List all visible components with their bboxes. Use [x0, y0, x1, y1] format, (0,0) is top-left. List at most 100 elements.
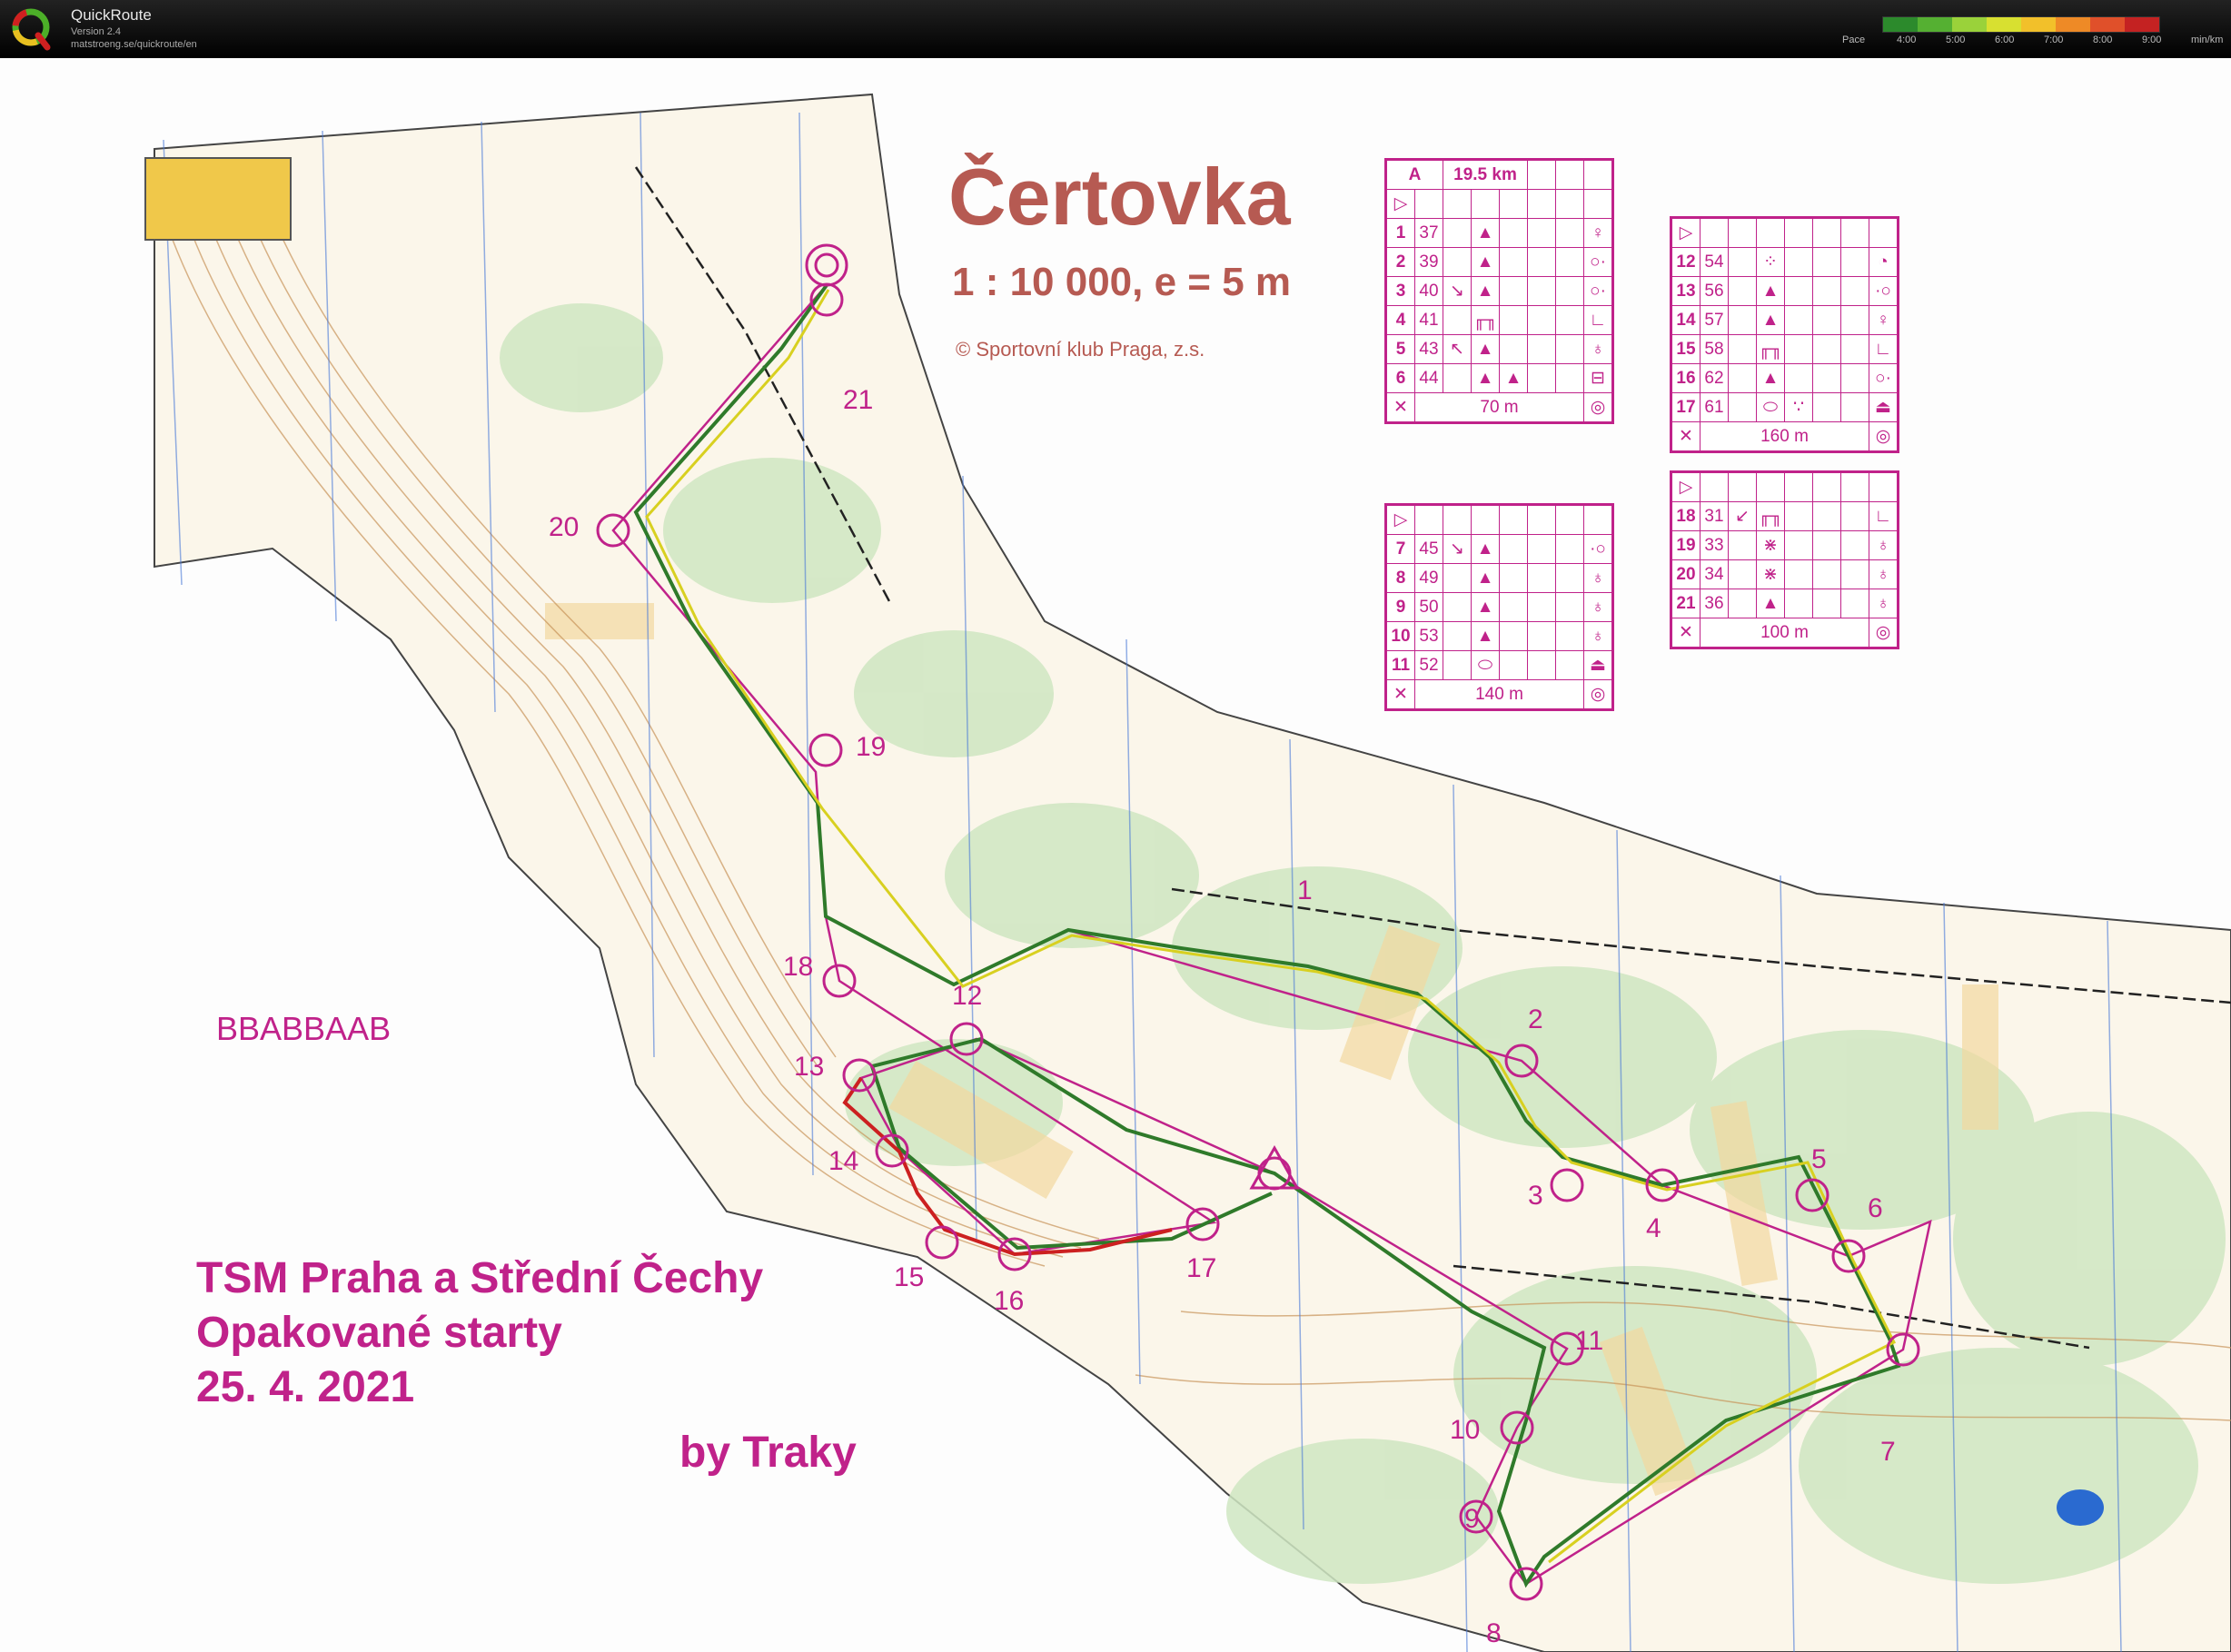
- description-cell-f: [1527, 621, 1556, 651]
- description-cell-e: [1784, 589, 1813, 618]
- app-url-link[interactable]: matstroeng.se/quickroute/en: [71, 39, 197, 50]
- description-cell-n: 12: [1671, 247, 1701, 277]
- description-cell-h: ♁: [1869, 589, 1899, 618]
- control-label: 7: [1880, 1437, 1896, 1467]
- description-cell-c: [1443, 563, 1472, 593]
- description-cell-f: [1527, 247, 1556, 277]
- description-cell-c: [1728, 559, 1757, 589]
- control-description-row: 16 62 ▲ ○·: [1671, 363, 1899, 393]
- description-cell-c: [1728, 276, 1757, 306]
- description-cell-code: 34: [1700, 559, 1729, 589]
- control-label: 14: [828, 1146, 859, 1176]
- description-cell-g: [1555, 534, 1584, 564]
- description-cell-g: [1840, 589, 1869, 618]
- description-cell-d: ⬭: [1756, 392, 1785, 422]
- description-cell-e: [1499, 276, 1528, 306]
- control-label: 4: [1646, 1213, 1661, 1243]
- control-description-row: 11 52 ⬭ ⏏: [1385, 650, 1613, 680]
- control-description-row: 19 33 ⋇ ♁: [1671, 530, 1899, 560]
- description-cell-code: 40: [1414, 276, 1443, 306]
- description-cell-n: 10: [1385, 621, 1415, 651]
- description-cell-f: [1527, 276, 1556, 306]
- description-cell-d: ▲: [1756, 276, 1785, 306]
- description-cell-e: [1499, 621, 1528, 651]
- description-cell-n: 8: [1385, 563, 1415, 593]
- map-scale: 1 : 10 000, e = 5 m: [952, 260, 1292, 304]
- control-label: 21: [843, 385, 874, 415]
- control-descriptions-block-4: ▷ 18 31 ↙ ╓╖ ∟ 19 33 ⋇ ♁ 20 34 ⋇ ♁ 21 36 ▲ ♁ ✕ 100 m ◎: [1670, 470, 1899, 649]
- description-cell-e: [1784, 334, 1813, 364]
- description-cell-n: 11: [1385, 650, 1415, 680]
- description-cell-f: [1812, 276, 1841, 306]
- description-cell-f: [1812, 247, 1841, 277]
- description-cell-n: 17: [1671, 392, 1701, 422]
- description-cell-code: 61: [1700, 392, 1729, 422]
- description-cell-code: 58: [1700, 334, 1729, 364]
- event-subtitle: Opakované starty: [196, 1309, 562, 1357]
- description-cell-d: ▲: [1471, 534, 1500, 564]
- description-cell-d: ▲: [1756, 363, 1785, 393]
- pace-tick: 4:00: [1897, 35, 1917, 45]
- description-cell-f: [1527, 650, 1556, 680]
- description-cell-d: ⋇: [1756, 559, 1785, 589]
- pace-color-swatch: [1918, 17, 1952, 32]
- description-cell-f: [1527, 592, 1556, 622]
- finish-icon: ◎: [1583, 679, 1613, 710]
- description-cell-n: 18: [1671, 501, 1701, 531]
- event-date: 25. 4. 2021: [196, 1363, 415, 1411]
- description-cell-h: ♁: [1869, 530, 1899, 560]
- description-cell-h: ∟: [1869, 334, 1899, 364]
- control-description-row: 17 61 ⬭ ∵ ⏏: [1671, 392, 1899, 422]
- pace-color-swatch: [1987, 17, 2021, 32]
- app-title-bar: QuickRoute Version 2.4 matstroeng.se/qui…: [0, 0, 2231, 58]
- app-name: QuickRoute: [71, 6, 152, 24]
- description-cell-c: [1728, 305, 1757, 335]
- course-code: BBABBAAB: [216, 1010, 392, 1047]
- description-cell-g: [1840, 530, 1869, 560]
- description-cell-g: [1840, 334, 1869, 364]
- map-copyright: © Sportovní klub Praga, z.s.: [956, 338, 1205, 361]
- pace-color-swatch: [2021, 17, 2056, 32]
- start-icon: ▷: [1671, 217, 1701, 248]
- description-cell-h: ○·: [1583, 276, 1613, 306]
- course-name: A: [1385, 159, 1443, 190]
- start-icon: ▷: [1385, 189, 1415, 219]
- description-cell-h: ◔: [1869, 247, 1899, 277]
- description-cell-n: 3: [1385, 276, 1415, 306]
- orienteering-map-canvas[interactable]: Čertovka 1 : 10 000, e = 5 m © Sportovní…: [0, 58, 2231, 1652]
- description-cell-h: ⊟: [1583, 363, 1613, 393]
- description-cell-e: [1784, 501, 1813, 531]
- description-cell-c: ↘: [1443, 534, 1472, 564]
- pace-color-swatch: [1883, 17, 1918, 32]
- description-cell-g: [1555, 247, 1584, 277]
- description-cell-n: 9: [1385, 592, 1415, 622]
- description-cell-h: ⏏: [1869, 392, 1899, 422]
- description-cell-h: ♁: [1583, 621, 1613, 651]
- description-cell-e: [1499, 563, 1528, 593]
- description-cell-h: ·○: [1869, 276, 1899, 306]
- description-cell-code: 37: [1414, 218, 1443, 248]
- control-label: 2: [1528, 1004, 1543, 1034]
- control-description-row: 4 41 ╓╖ ∟: [1385, 305, 1613, 335]
- description-cell-c: [1443, 592, 1472, 622]
- quickroute-logo-icon: [12, 8, 51, 51]
- description-cell-d: ⋇: [1756, 530, 1785, 560]
- finish-icon: ◎: [1583, 392, 1613, 423]
- description-cell-c: [1728, 363, 1757, 393]
- description-cell-code: 49: [1414, 563, 1443, 593]
- control-descriptions-block-1: A 19.5 km ▷ 1 37 ▲ ♀ 2 39 ▲ ○· 3 40 ↘ ▲ ○· 4 41 ╓╖ ∟ 5 43 ↖…: [1384, 158, 1614, 424]
- description-cell-g: [1840, 363, 1869, 393]
- description-cell-n: 15: [1671, 334, 1701, 364]
- description-cell-e: [1784, 530, 1813, 560]
- start-icon: ▷: [1671, 471, 1701, 502]
- description-cell-c: ↖: [1443, 334, 1472, 364]
- finish-icon: ◎: [1869, 618, 1899, 648]
- control-description-row: 20 34 ⋇ ♁: [1671, 559, 1899, 589]
- description-cell-f: [1812, 392, 1841, 422]
- description-cell-n: 7: [1385, 534, 1415, 564]
- control-description-row: 10 53 ▲ ♁: [1385, 621, 1613, 651]
- description-cell-n: 4: [1385, 305, 1415, 335]
- distance-to-finish: 140 m: [1414, 679, 1584, 710]
- description-cell-h: ♁: [1583, 592, 1613, 622]
- description-cell-f: [1527, 563, 1556, 593]
